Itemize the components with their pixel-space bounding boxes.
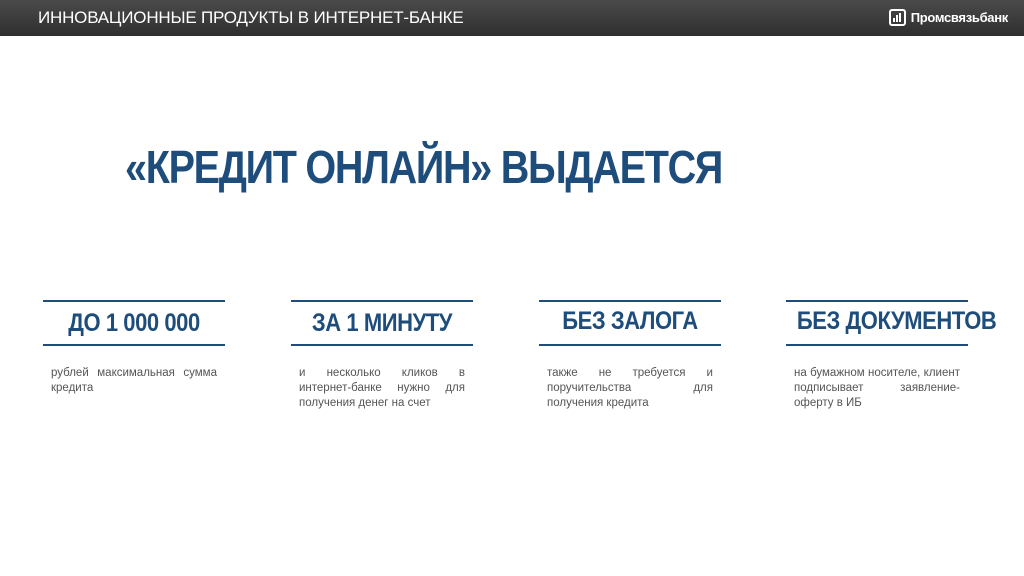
card-divider-top xyxy=(43,300,225,302)
card-divider-top xyxy=(291,300,473,302)
bank-logo-icon xyxy=(888,9,906,26)
card-title: БЕЗ ЗАЛОГА xyxy=(562,307,698,335)
card-description: также не требуется и поручительства для … xyxy=(547,367,713,409)
card-divider-top xyxy=(786,300,968,302)
card-divider-bottom xyxy=(786,344,968,346)
card-divider-bottom xyxy=(43,344,225,346)
card-title: БЕЗ ДОКУМЕНТОВ xyxy=(796,307,997,335)
card-title: ЗА 1 МИНУТУ xyxy=(311,309,453,337)
header-title: ИННОВАЦИОННЫЕ ПРОДУКТЫ В ИНТЕРНЕТ-БАНКЕ xyxy=(38,8,464,27)
headline: «КРЕДИТ ОНЛАЙН» ВЫДАЕТСЯ xyxy=(125,141,723,193)
card-description: рублей максимальная сумма кредита xyxy=(51,367,217,394)
header-bar: ИННОВАЦИОННЫЕ ПРОДУКТЫ В ИНТЕРНЕТ-БАНКЕ … xyxy=(0,0,1024,36)
card-title: ДО 1 000 000 xyxy=(68,309,200,337)
card-divider-bottom xyxy=(291,344,473,346)
card-description: на бумажном носителе, клиент подписывает… xyxy=(794,367,960,409)
bank-logo-text: Промсвязьбанк xyxy=(910,10,1009,25)
card-description: и несколько кликов в интернет-банке нужн… xyxy=(299,367,465,409)
bank-logo: Промсвязьбанк xyxy=(888,9,1009,26)
card-divider-top xyxy=(539,300,721,302)
card-divider-bottom xyxy=(539,344,721,346)
slide: ИННОВАЦИОННЫЕ ПРОДУКТЫ В ИНТЕРНЕТ-БАНКЕ … xyxy=(0,0,1024,576)
